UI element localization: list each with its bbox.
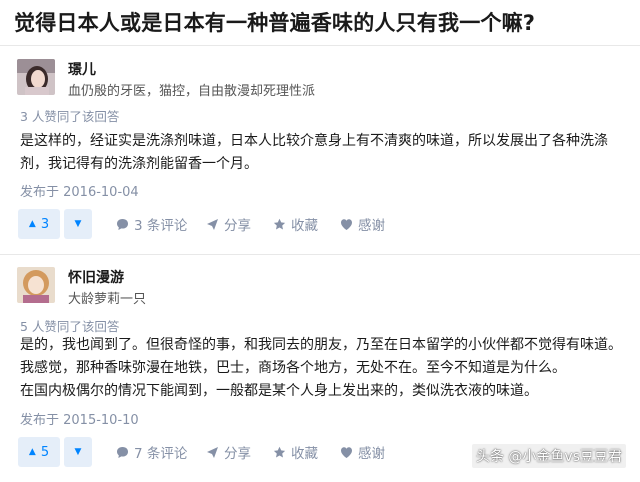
avatar-image-icon: [17, 267, 55, 303]
share-icon: [207, 218, 218, 230]
question-title[interactable]: 觉得日本人或是日本有一种普遍香味的人只有我一个嘛?: [14, 7, 535, 37]
answer-paragraph: 我感觉，那种香味弥漫在地铁，巴士，商场各个地方，无处不在。至今不知道是为什么。: [20, 360, 566, 376]
answer-content: 是这样的，经证实是洗涤剂味道，日本人比较介意身上有不清爽的味道，所以发展出了各种…: [20, 130, 626, 176]
share-button[interactable]: 分享: [206, 437, 251, 467]
answer-paragraph: 在国内极偶尔的情况下能闻到，一般都是某个人身上发出来的，类似洗衣液的味道。: [20, 383, 538, 399]
title-divider: [0, 45, 640, 46]
author-name[interactable]: 怀旧漫游: [68, 267, 124, 287]
avatar[interactable]: [17, 267, 55, 303]
favorite-button[interactable]: 收藏: [273, 437, 318, 467]
comment-label: 7 条评论: [134, 446, 188, 462]
share-label: 分享: [224, 446, 251, 462]
triangle-down-icon: ▼: [74, 447, 82, 457]
watermark: 头条 @小金鱼vs豆豆君: [471, 444, 626, 468]
vote-count: 5: [40, 444, 50, 460]
publish-date[interactable]: 发布于 2015-10-10: [20, 409, 139, 428]
thanks-button[interactable]: 感谢: [340, 209, 385, 239]
zhihu-question-page: 觉得日本人或是日本有一种普遍香味的人只有我一个嘛? 璟儿 血仍殷的牙医，猫控，自…: [0, 0, 640, 482]
answer-content: 是的，我也闻到了。但很奇怪的事，和我同去的朋友，乃至在日本留学的小伙伴都不觉得有…: [20, 334, 626, 403]
triangle-down-icon: ▼: [74, 219, 82, 229]
upvote-button[interactable]: ▲ 3: [18, 209, 60, 239]
favorite-label: 收藏: [291, 218, 318, 234]
downvote-button[interactable]: ▼: [64, 209, 92, 239]
favorite-label: 收藏: [291, 446, 318, 462]
star-icon: [273, 446, 286, 457]
vote-count: 3: [40, 216, 50, 232]
answer-paragraph: 是这样的，经证实是洗涤剂味道，日本人比较介意身上有不清爽的味道，所以发展出了各种…: [20, 133, 608, 172]
author-name[interactable]: 璟儿: [68, 59, 96, 79]
comment-icon: [117, 446, 128, 458]
upvote-count[interactable]: 5 人赞同了该回答: [20, 316, 119, 335]
triangle-up-icon: ▲: [28, 447, 36, 457]
author-bio: 大龄萝莉一只: [68, 292, 147, 307]
upvote-count[interactable]: 3 人赞同了该回答: [20, 106, 119, 125]
share-label: 分享: [224, 218, 251, 234]
avatar-image-icon: [17, 59, 55, 95]
triangle-up-icon: ▲: [28, 219, 36, 229]
downvote-button[interactable]: ▼: [64, 437, 92, 467]
comment-button[interactable]: 3 条评论: [116, 209, 187, 239]
share-button[interactable]: 分享: [206, 209, 251, 239]
answer-paragraph: 是的，我也闻到了。但很奇怪的事，和我同去的朋友，乃至在日本留学的小伙伴都不觉得有…: [20, 337, 622, 353]
publish-date[interactable]: 发布于 2016-10-04: [20, 181, 139, 200]
star-icon: [273, 218, 286, 229]
favorite-button[interactable]: 收藏: [273, 209, 318, 239]
comment-button[interactable]: 7 条评论: [116, 437, 187, 467]
share-icon: [207, 446, 218, 458]
thanks-label: 感谢: [358, 446, 385, 462]
heart-icon: [341, 218, 352, 230]
heart-icon: [341, 446, 352, 458]
thanks-button[interactable]: 感谢: [340, 437, 385, 467]
comment-icon: [117, 218, 128, 230]
avatar[interactable]: [17, 59, 55, 95]
comment-label: 3 条评论: [134, 218, 188, 234]
upvote-button[interactable]: ▲ 5: [18, 437, 60, 467]
author-bio: 血仍殷的牙医，猫控，自由散漫却死理性派: [68, 84, 316, 99]
answer-divider: [0, 254, 640, 255]
thanks-label: 感谢: [358, 218, 385, 234]
action-bar: ▲ 3 ▼ 3 条评论 分享 收藏 感谢: [18, 209, 618, 239]
